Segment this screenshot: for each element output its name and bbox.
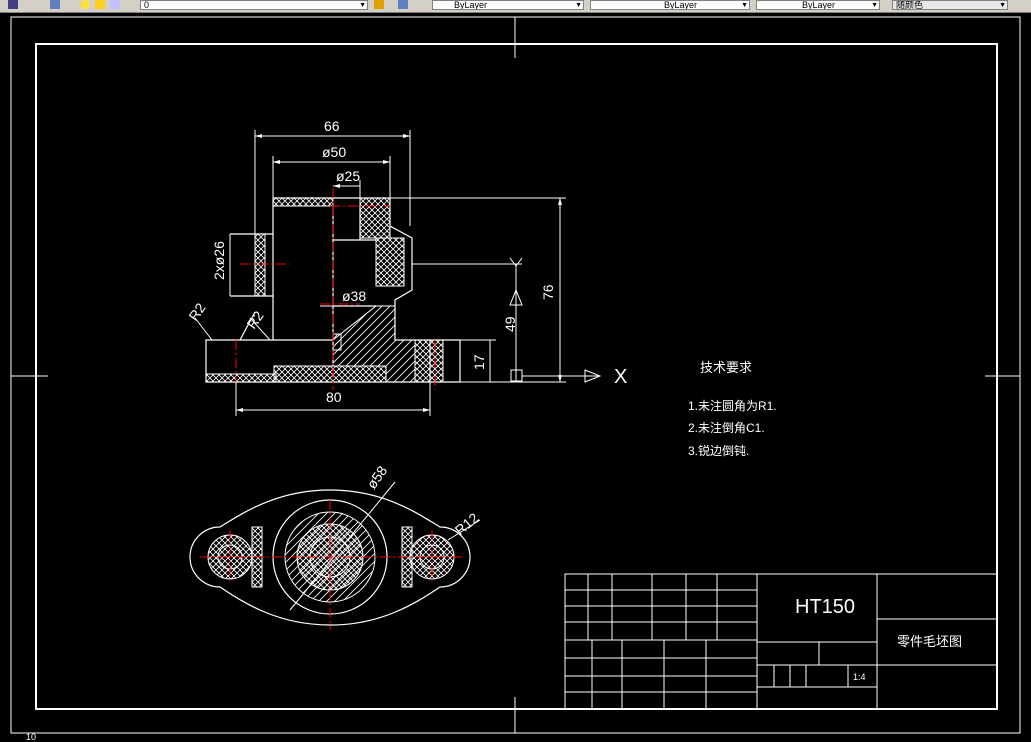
layer-dropdown[interactable]: 0 ▼ bbox=[140, 0, 368, 10]
chevron-down-icon: ▼ bbox=[871, 2, 878, 9]
ucs-status-label: 10 bbox=[26, 732, 37, 742]
color-control-value: ByLayer bbox=[454, 0, 488, 10]
light-bulb-icon[interactable] bbox=[80, 0, 90, 9]
linetype-control-value: ByLayer bbox=[664, 0, 698, 10]
make-current-icon[interactable] bbox=[374, 0, 384, 9]
color-control-dropdown[interactable]: ByLayer ▼ bbox=[432, 0, 584, 10]
title-material: HT150 bbox=[795, 596, 855, 618]
layer-manager-icon[interactable] bbox=[50, 0, 60, 9]
linetype-control-dropdown[interactable]: ByLayer ▼ bbox=[590, 0, 750, 10]
dim-dia38: ø38 bbox=[342, 288, 366, 304]
chevron-down-icon: ▼ bbox=[741, 2, 748, 9]
dim-dia50: ø50 bbox=[322, 144, 346, 160]
dim-2xdia26: 2xø26 bbox=[211, 241, 227, 280]
top-view: ø58 R12 bbox=[189, 463, 482, 630]
layer-dropdown-value: 0 bbox=[144, 0, 150, 10]
dim-76: 76 bbox=[540, 284, 556, 300]
dim-dia58: ø58 bbox=[363, 463, 390, 492]
plotstyle-control-value: 随颜色 bbox=[896, 0, 924, 10]
title-scale: 1:4 bbox=[853, 672, 866, 682]
plotstyle-control-dropdown[interactable]: 随颜色 ▼ bbox=[892, 0, 1008, 10]
dim-dia25: ø25 bbox=[336, 168, 360, 184]
properties-toolbar: 0 ▼ ByLayer ▼ ByLayer ▼ ByLayer ▼ 随颜色 ▼ bbox=[0, 0, 1031, 13]
note-item-1: 1.未注圆角为R1. bbox=[688, 398, 777, 413]
chevron-down-icon: ▼ bbox=[999, 2, 1006, 9]
dim-80: 80 bbox=[326, 389, 342, 405]
lineweight-control-value: ByLayer bbox=[802, 0, 836, 10]
sun-icon[interactable] bbox=[95, 0, 105, 9]
dim-66: 66 bbox=[324, 118, 340, 134]
chevron-down-icon: ▼ bbox=[575, 2, 582, 9]
dim-49: 49 bbox=[502, 316, 518, 332]
technical-notes: 技术要求 1.未注圆角为R1. 2.未注倒角C1. 3.锐边倒钝. bbox=[688, 360, 777, 458]
layer-previous-icon[interactable] bbox=[398, 0, 408, 9]
chevron-down-icon: ▼ bbox=[359, 2, 366, 9]
dim-r12: R12 bbox=[452, 509, 482, 538]
layers-icon[interactable] bbox=[8, 0, 18, 9]
note-item-3: 3.锐边倒钝. bbox=[688, 444, 749, 458]
ucs-axis-icon bbox=[509, 257, 602, 383]
notes-title: 技术要求 bbox=[700, 360, 752, 375]
note-item-2: 2.未注倒角C1. bbox=[688, 420, 765, 435]
axis-label-x: X bbox=[614, 366, 627, 388]
dim-r2-left: R2 bbox=[185, 300, 208, 324]
drawing-canvas[interactable]: 66 ø50 ø25 2xø26 ø38 R2 R2 80 49 17 76 X bbox=[0, 13, 1031, 742]
lock-icon[interactable] bbox=[110, 0, 120, 9]
dim-17: 17 bbox=[471, 354, 487, 370]
lineweight-control-dropdown[interactable]: ByLayer ▼ bbox=[756, 0, 880, 10]
front-section-view: 66 ø50 ø25 2xø26 ø38 R2 R2 80 49 17 76 X bbox=[185, 118, 627, 416]
title-part-name: 零件毛坯图 bbox=[897, 634, 962, 649]
